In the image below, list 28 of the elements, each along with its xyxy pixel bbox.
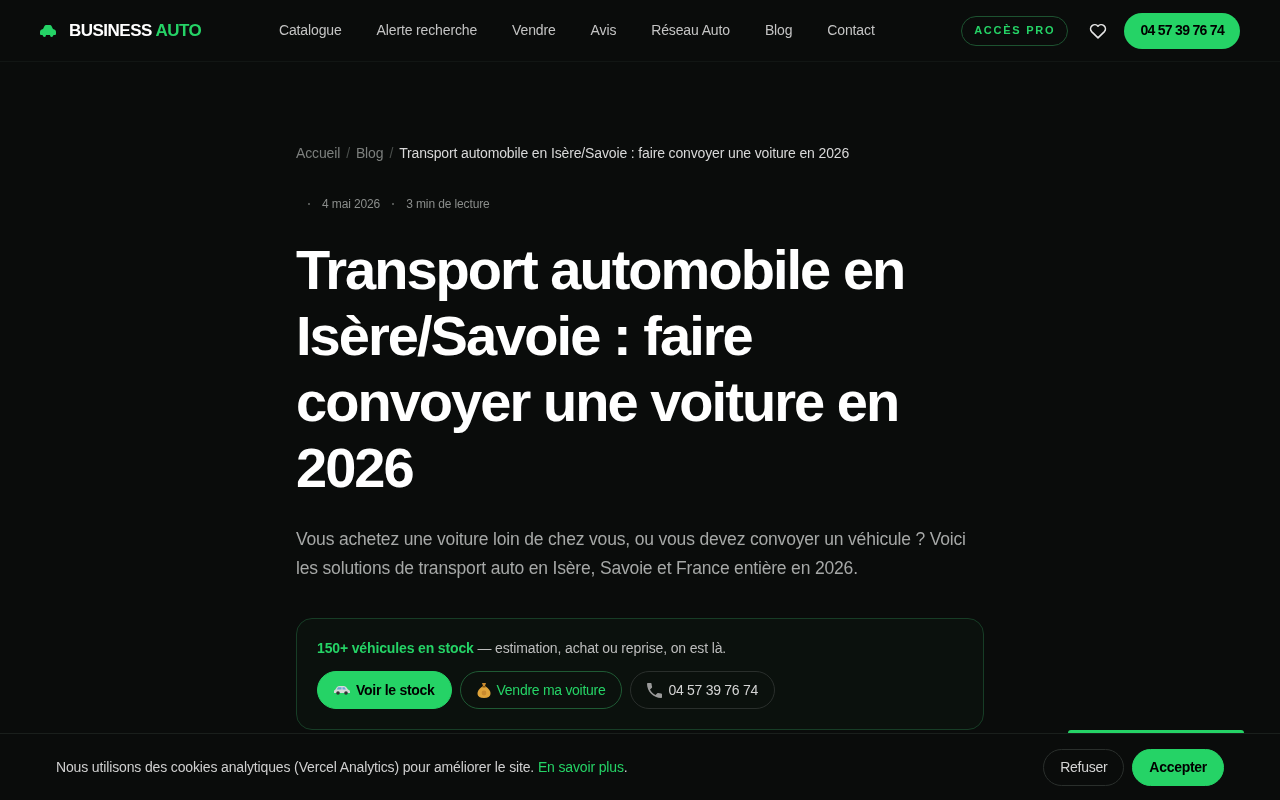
current-page-title: Transport automobile en Isère/Savoie : faire convoyer une voiture en 2026 <box>399 144 850 163</box>
breadcrumb-separator: / <box>346 144 350 163</box>
nav-link[interactable]: Vendre <box>512 20 556 41</box>
car-icon <box>40 24 56 37</box>
accept-button[interactable]: Accepter <box>1132 748 1224 786</box>
nav-link[interactable]: Alerte recherche <box>376 20 478 41</box>
car-icon <box>334 685 350 695</box>
brand-logo[interactable]: BUSINESS AUTO <box>69 17 202 44</box>
breadcrumb-link[interactable]: Accueil <box>296 143 341 163</box>
view-stock-button[interactable]: Voir le stock <box>317 671 452 709</box>
cookie-message: Nous utilisons des cookies analytiques (Vercel Analytics) pour améliorer le site. En savoir plus. <box>56 757 628 777</box>
article-title: Transport automobile en Isère/Savoie : faire convoyer une voiture en 2026 <box>296 237 906 501</box>
article-meta: 3 min de lecture <box>406 196 490 213</box>
nav-link[interactable]: Blog <box>764 20 793 41</box>
heart-icon[interactable] <box>1089 22 1108 39</box>
nav-link[interactable]: Catalogue <box>279 20 342 41</box>
phone-icon <box>647 682 663 698</box>
nav-link[interactable]: Contact <box>827 20 875 41</box>
learn-more-link[interactable]: En savoir plus <box>537 758 624 775</box>
breadcrumb-separator: / <box>389 144 394 163</box>
stock-message: 150+ véhicules en stock — estimation, achat ou reprise, on est là. <box>317 639 727 658</box>
breadcrumb-link[interactable]: Blog <box>355 143 384 163</box>
article-lead: Vous achetez une voiture loin de chez vous, ou vous devez convoyer un véhicule ? Voici les solutions de transport auto en Isère, Savoie et France entière en 2026. <box>296 528 967 580</box>
article-meta: 4 mai 2026 <box>322 196 381 213</box>
money-bag-icon <box>476 682 491 698</box>
nav-link[interactable]: Avis <box>590 20 617 41</box>
phone-button[interactable]: 04 57 39 76 74 <box>1124 12 1240 49</box>
nav-link[interactable]: Réseau Auto <box>651 20 730 41</box>
